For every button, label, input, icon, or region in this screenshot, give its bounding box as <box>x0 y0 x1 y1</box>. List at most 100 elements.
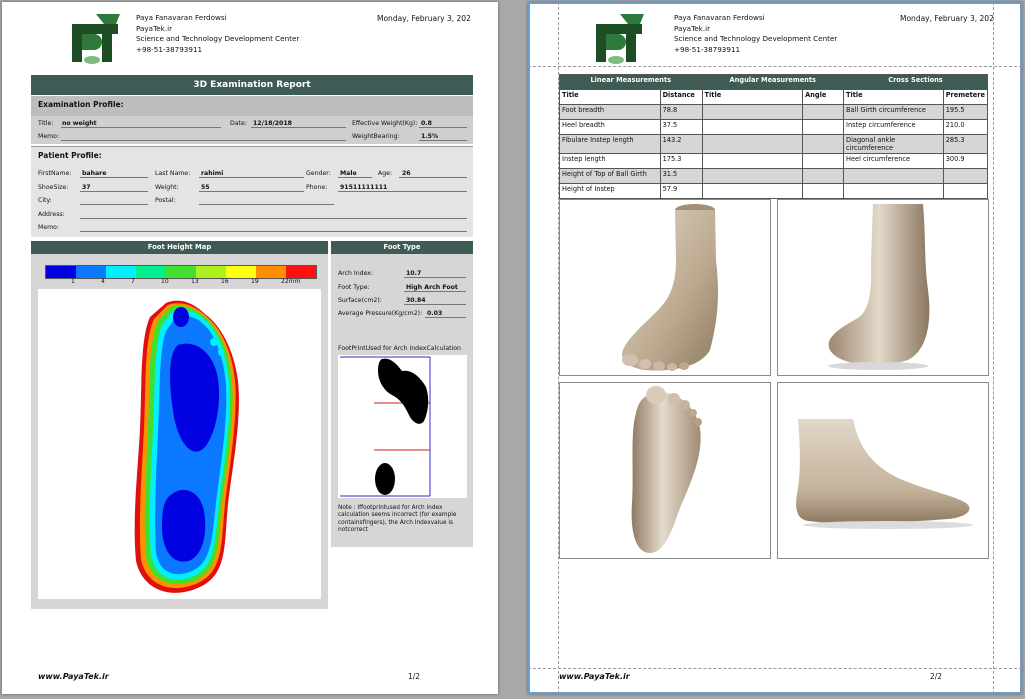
height-scale-swatch <box>166 266 196 278</box>
footprint-label: FootPrintUsed for Arch IndexCalculation <box>338 345 461 352</box>
company-center: Science and Technology Development Cente… <box>136 34 300 43</box>
weight-label: Weight: <box>155 184 179 191</box>
address-label: Address: <box>38 211 65 218</box>
height-scale-swatch <box>256 266 286 278</box>
table-row: Heel breadth 37.5 Instep circumference 2… <box>559 119 989 135</box>
foot-height-map-image <box>134 300 239 593</box>
exam-title-label: Title: <box>38 120 54 127</box>
height-scale-label: 10 <box>161 278 169 285</box>
gender-label: Gender: <box>306 170 331 177</box>
report-page-2: Paya Fanavaran Ferdowsi PayaTek.ir Scien… <box>528 2 1022 694</box>
angular-title <box>701 183 804 199</box>
examination-profile-panel: Examination Profile: Title: no weight Da… <box>31 96 473 144</box>
foot-type-title: Foot Type <box>331 241 473 254</box>
angular-title <box>701 104 804 120</box>
phone-value: 91511111111 <box>340 184 388 191</box>
height-scale-label: 13 <box>191 278 199 285</box>
angular-value <box>802 134 844 154</box>
last-name-label: Last Name: <box>155 170 191 177</box>
height-scale-swatch <box>196 266 226 278</box>
measurements-table: Linear Measurements Angular Measurements… <box>559 74 989 199</box>
last-name-value: rahimi <box>201 170 224 177</box>
cross-sections-header: Cross Sections <box>843 74 988 90</box>
first-name-value: bahare <box>82 170 107 177</box>
exam-memo-label: Memo: <box>38 133 60 140</box>
cross-value: 285.3 <box>942 134 989 154</box>
height-scale-swatch <box>46 266 76 278</box>
height-scale-swatch <box>76 266 106 278</box>
linear-title: Height of Top of Ball Girth <box>559 168 661 184</box>
foot-height-map-canvas <box>38 289 321 599</box>
linear-value: 31.5 <box>659 168 703 184</box>
linear-measurements-header: Linear Measurements <box>559 74 703 90</box>
arch-index-label: Arch Index: <box>338 270 374 277</box>
foot-type-panel: Foot Type Arch Index: 10.7 Foot Type: Hi… <box>331 241 473 547</box>
foot-height-map-title: Foot Height Map <box>31 241 328 254</box>
col-header: Distance <box>659 89 703 105</box>
exam-profile-heading: Examination Profile: <box>38 100 124 109</box>
height-scale-label: 19 <box>251 278 259 285</box>
cross-title <box>843 183 944 199</box>
shoe-size-value: 37 <box>82 184 91 191</box>
linear-value: 57.9 <box>659 183 703 199</box>
company-site-p2: PayaTek.ir <box>674 23 711 33</box>
height-scale-label: 16 <box>221 278 229 285</box>
weight-bearing-value: 1.5% <box>421 133 439 140</box>
table-row: Instep length 175.3 Heel circumference 3… <box>559 153 989 169</box>
phone-label: Phone: <box>306 184 328 191</box>
table-row: Foot breadth 78.8 Ball Girth circumferen… <box>559 104 989 120</box>
footer-site-page2[interactable]: www.PayaTek.ir <box>559 672 630 681</box>
paya-tek-logo <box>72 14 120 64</box>
angular-title <box>701 119 804 135</box>
cross-value: 300.9 <box>942 153 989 169</box>
linear-title: Heel breadth <box>559 119 661 135</box>
cross-title: Instep circumference <box>843 119 944 135</box>
angular-measurements-header: Angular Measurements <box>701 74 845 90</box>
angular-value <box>802 168 844 184</box>
report-title: 3D Examination Report <box>31 75 473 95</box>
cross-title: Heel circumference <box>843 153 944 169</box>
company-phone-p2: +98-51-38793911 <box>674 44 741 54</box>
arch-index-value: 10.7 <box>406 270 422 277</box>
arch-index-note: Note : Iffootprintused for Arch index ca… <box>338 505 457 533</box>
pressure-label: Average Pressure(Kg/cm2): <box>338 310 423 317</box>
page-number-1: 1/2 <box>408 672 421 681</box>
height-scale-swatch <box>106 266 136 278</box>
company-name: Paya Fanavaran Ferdowsi <box>136 13 227 22</box>
eff-weight-label: Effective Weight(Kg): <box>352 120 418 127</box>
linear-value: 37.5 <box>659 119 703 135</box>
cross-title <box>843 168 944 184</box>
page-number-2: 2/2 <box>930 672 943 681</box>
surface-value: 30.84 <box>406 297 426 304</box>
report-date: Monday, February 3, 202 <box>377 14 471 23</box>
footer-site-page1[interactable]: www.PayaTek.ir <box>38 672 109 681</box>
height-color-scale <box>45 265 317 279</box>
cross-value: 210.0 <box>942 119 989 135</box>
angular-value <box>802 119 844 135</box>
patient-memo-label: Memo: <box>38 224 60 231</box>
linear-title: Height of Instep <box>559 183 661 199</box>
col-header: Title <box>701 89 804 105</box>
company-center-p2: Science and Technology Development Cente… <box>674 34 838 43</box>
postal-label: Postal: <box>155 197 176 204</box>
footprint-image <box>340 356 431 497</box>
linear-value: 175.3 <box>659 153 703 169</box>
angular-title <box>701 134 804 154</box>
paya-tek-logo-page2 <box>596 14 644 64</box>
height-scale-label: 7 <box>131 278 135 285</box>
col-header: Title <box>559 89 661 105</box>
cross-value <box>942 183 989 199</box>
table-row: Height of Instep 57.9 <box>559 183 989 199</box>
shoe-size-label: ShoeSize: <box>38 184 69 191</box>
height-scale-swatch <box>136 266 166 278</box>
linear-value: 143.2 <box>659 134 703 154</box>
report-page-1: Paya Fanavaran Ferdowsi PayaTek.ir Scien… <box>2 2 498 694</box>
company-phone: +98-51-38793911 <box>136 44 203 54</box>
eff-weight-value: 0.8 <box>421 120 432 127</box>
col-header: Angle <box>802 89 844 105</box>
angular-value <box>802 153 844 169</box>
col-header: Title <box>843 89 944 105</box>
pressure-value: 0.03 <box>427 310 443 317</box>
col-header: Premetere <box>942 89 989 105</box>
foot-3d-view-bottom <box>559 382 771 559</box>
